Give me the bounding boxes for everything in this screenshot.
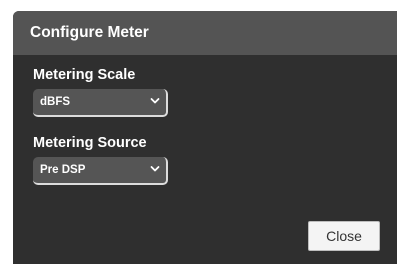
dialog-title: Configure Meter <box>30 24 149 41</box>
metering-source-select[interactable]: Pre DSP <box>33 157 168 185</box>
metering-source-label: Metering Source <box>33 135 147 151</box>
metering-source-value: Pre DSP <box>40 164 86 176</box>
chevron-down-icon <box>150 166 160 172</box>
close-button[interactable]: Close <box>308 221 380 251</box>
metering-scale-select[interactable]: dBFS <box>33 89 168 117</box>
dialog-header: Configure Meter <box>13 11 397 55</box>
metering-scale-label: Metering Scale <box>33 67 136 83</box>
configure-meter-dialog: Configure Meter Metering Scale dBFS Mete… <box>13 11 397 264</box>
chevron-down-icon <box>150 98 160 104</box>
metering-scale-value: dBFS <box>40 96 71 108</box>
